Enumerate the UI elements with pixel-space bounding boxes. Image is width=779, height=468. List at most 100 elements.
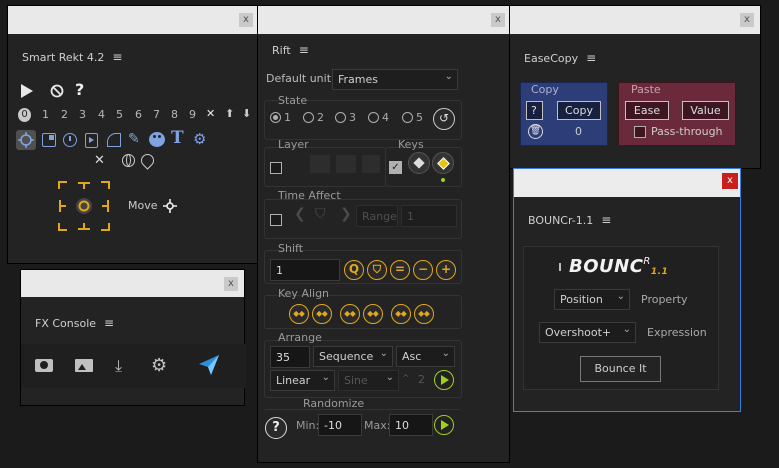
- align-random-icon[interactable]: ⬥⬥: [414, 304, 434, 324]
- reset-icon[interactable]: ↺: [433, 108, 455, 130]
- randomize-label: Randomize: [303, 397, 365, 410]
- keyframe-selected-icon[interactable]: [432, 152, 454, 174]
- close-button[interactable]: x: [224, 277, 238, 291]
- panel-title: FX Console ≡: [35, 316, 115, 330]
- arrange-order-select[interactable]: Sequence: [313, 346, 393, 367]
- close-button[interactable]: x: [239, 13, 253, 27]
- pass-through-label: Pass-through: [651, 125, 723, 138]
- panel-title: Smart Rekt 4.2 ≡: [22, 50, 123, 64]
- arrange-play-button[interactable]: [434, 370, 454, 390]
- state-radio-3[interactable]: [335, 112, 346, 123]
- keys-check-icon[interactable]: ✓: [389, 161, 402, 174]
- camera-icon[interactable]: [35, 359, 53, 372]
- fx-console-logo-icon[interactable]: [197, 354, 221, 376]
- target-tool-icon[interactable]: [16, 130, 36, 150]
- arrow-down-icon[interactable]: ⬇: [242, 107, 251, 120]
- logo-mark: [559, 263, 561, 271]
- max-input[interactable]: 10: [389, 414, 433, 436]
- gear-icon[interactable]: ⚙: [193, 130, 206, 148]
- move-label: Move: [128, 199, 158, 212]
- menu-icon[interactable]: ≡: [601, 213, 611, 227]
- palette-icon[interactable]: [149, 132, 165, 147]
- bounce-it-button[interactable]: Bounce It: [580, 356, 661, 382]
- clock-icon[interactable]: [63, 133, 77, 147]
- number-1-button[interactable]: 1: [42, 108, 49, 121]
- align-distribute-icon[interactable]: ⬥⬥: [391, 304, 411, 324]
- number-0-button[interactable]: 0: [18, 108, 31, 122]
- number-7-button[interactable]: 7: [153, 108, 160, 121]
- close-icon[interactable]: ✕: [206, 107, 215, 120]
- shift-input[interactable]: 1: [270, 259, 340, 281]
- time-affect-checkbox[interactable]: [270, 214, 282, 226]
- gear-icon[interactable]: ⚙: [151, 355, 167, 376]
- corner-shape-icon[interactable]: [107, 133, 121, 147]
- menu-icon[interactable]: ≡: [112, 50, 122, 64]
- number-4-button[interactable]: 4: [98, 108, 105, 121]
- menu-icon[interactable]: ≡: [104, 316, 114, 330]
- paste-value-button[interactable]: Value: [682, 101, 729, 120]
- state-label: State: [278, 94, 308, 107]
- cancel-icon[interactable]: [50, 84, 64, 98]
- align-last-icon[interactable]: ⬥⬥: [363, 304, 383, 324]
- number-8-button[interactable]: 8: [171, 108, 178, 121]
- range-button: Range: [356, 205, 398, 227]
- expression-select[interactable]: Overshoot+: [539, 322, 636, 343]
- shift-q-button[interactable]: Q: [344, 260, 364, 280]
- globe-icon[interactable]: [122, 154, 135, 167]
- trash-icon[interactable]: 🗑: [528, 124, 543, 139]
- crosshair-icon[interactable]: [163, 199, 177, 213]
- arrange-interp-select[interactable]: Linear: [270, 370, 335, 391]
- number-6-button[interactable]: 6: [135, 108, 142, 121]
- copy-button[interactable]: Copy: [557, 101, 601, 120]
- easecopy-panel: x EaseCopy ≡ Copy ? Copy 🗑 0 Paste Ease V…: [509, 5, 761, 169]
- property-select[interactable]: Position: [554, 289, 630, 310]
- number-3-button[interactable]: 3: [79, 108, 86, 121]
- arrange-input[interactable]: 35: [270, 346, 310, 368]
- number-2-button[interactable]: 2: [61, 108, 68, 121]
- pass-through-checkbox[interactable]: [634, 126, 646, 138]
- panel-title: BOUNCr-1.1 ≡: [528, 213, 612, 227]
- shift-plus-button[interactable]: +: [436, 260, 456, 280]
- play-icon[interactable]: [20, 84, 34, 98]
- layer-split-icon: [310, 155, 330, 173]
- expression-label: Expression: [647, 326, 707, 339]
- close-button[interactable]: x: [722, 173, 738, 189]
- arrange-power-label: ^: [402, 374, 410, 384]
- state-radio-2[interactable]: [303, 112, 314, 123]
- shift-shield-button[interactable]: ⛉: [367, 260, 387, 280]
- state-radio-1[interactable]: [270, 112, 281, 123]
- close-button[interactable]: x: [491, 13, 505, 27]
- randomize-play-button[interactable]: [434, 415, 454, 435]
- close-icon[interactable]: ✕: [94, 153, 105, 168]
- state-radio-4[interactable]: [368, 112, 379, 123]
- min-input[interactable]: -10: [318, 414, 362, 436]
- number-9-button[interactable]: 9: [189, 108, 196, 121]
- download-icon[interactable]: ⤓: [115, 356, 122, 376]
- state-radio-5[interactable]: [402, 112, 413, 123]
- close-button[interactable]: x: [740, 13, 754, 27]
- number-5-button[interactable]: 5: [116, 108, 123, 121]
- arrow-up-icon[interactable]: ⬆: [225, 107, 234, 120]
- anchor-grid[interactable]: [58, 181, 110, 231]
- shift-minus-button[interactable]: −: [413, 260, 433, 280]
- shift-equal-button[interactable]: =: [390, 260, 410, 280]
- text-icon[interactable]: T: [171, 128, 184, 148]
- location-pin-icon[interactable]: [138, 151, 157, 170]
- image-icon[interactable]: [75, 359, 93, 372]
- default-unit-select[interactable]: Frames: [332, 69, 458, 90]
- bracket-icon[interactable]: [85, 133, 98, 148]
- copy-help-button[interactable]: ?: [526, 101, 543, 120]
- help-icon[interactable]: ?: [75, 80, 84, 99]
- align-spread-icon[interactable]: ⬥⬥: [312, 304, 332, 324]
- menu-icon[interactable]: ≡: [299, 43, 309, 57]
- align-first-icon[interactable]: ⬥⬥: [289, 304, 309, 324]
- layer-checkbox[interactable]: [270, 162, 282, 174]
- expand-icon[interactable]: [42, 133, 56, 147]
- keyframe-diamond-icon[interactable]: [408, 152, 430, 174]
- help-button[interactable]: ?: [265, 417, 287, 439]
- paste-ease-button[interactable]: Ease: [625, 101, 669, 120]
- edit-icon[interactable]: ✎: [128, 131, 140, 147]
- align-center-icon[interactable]: ⬥⬥: [340, 304, 360, 324]
- arrange-direction-select[interactable]: Asc: [396, 346, 455, 367]
- menu-icon[interactable]: ≡: [586, 51, 596, 65]
